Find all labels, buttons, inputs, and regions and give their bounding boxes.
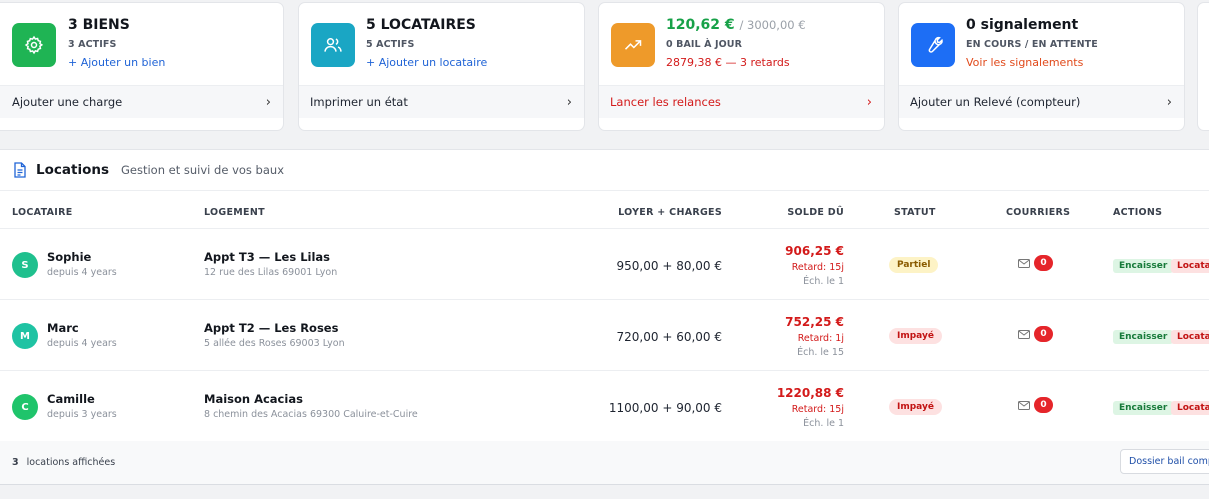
avatar: S [12,252,38,278]
wrench-icon [911,23,955,67]
stat-card-biens: 3 BIENS 3 ACTIFS + Ajouter un bien Ajout… [0,2,284,131]
balance-due: 752,25 € Retard: 1j Éch. le 15 [785,315,844,358]
tenant-name: Camille [47,392,95,406]
late-amount: 2879,38 € — 3 retards [666,56,790,69]
panel-title: Locations [36,162,109,178]
collect-button[interactable]: Encaisser [1113,401,1174,415]
status-badge: Partiel [889,257,939,273]
amount-total: / 3000,00 € [739,18,806,32]
card-title: 5 LOCATAIRES [366,17,476,33]
delay: Retard: 15j [791,404,844,415]
rows-count: 3 [12,457,19,468]
stat-card-locataires: 5 LOCATAIRES 5 ACTIFS + Ajouter un locat… [298,2,585,131]
status-badge: Impayé [889,328,942,344]
due-date: Éch. le 15 [797,347,844,358]
col-logement: LOGEMENT [204,207,265,218]
add-charge-button[interactable]: Ajouter une charge › [0,85,283,118]
gear-icon [12,23,56,67]
balance-amount: 1220,88 € [776,386,844,400]
mail-icon[interactable] [1018,259,1030,268]
amount-collected: 120,62 € [666,17,735,33]
balance-due: 906,25 € Retard: 15j Éch. le 1 [785,244,844,287]
amount-line: 120,62 € / 3000,00 € [666,17,806,33]
tenant-name: Sophie [47,250,92,264]
full-lease-file-button[interactable]: Dossier bail complet [1120,449,1209,474]
table-footer: 3 locations affichées [0,441,1209,484]
trending-up-icon [611,23,655,67]
tenant-since: depuis 3 years [47,409,117,420]
card-title: 3 BIENS [68,17,130,33]
avatar: M [12,323,38,349]
delay: Retard: 1j [797,333,844,344]
card-subtitle: 0 BAIL À JOUR [666,39,743,50]
collect-button[interactable]: Encaisser [1113,259,1174,273]
due-date: Éch. le 1 [803,276,844,287]
tenant-button[interactable]: Locataire [1171,330,1209,344]
card-title: 0 signalement [966,17,1079,33]
table-row[interactable]: M Marc depuis 4 years Appt T2 — Les Rose… [0,300,1209,371]
panel-subtitle: Gestion et suivi de vos baux [121,163,284,177]
avatar: C [12,394,38,420]
add-property-link[interactable]: + Ajouter un bien [68,56,165,69]
view-reports-link[interactable]: Voir les signalements [966,56,1098,69]
col-actions: ACTIONS [1113,207,1163,218]
users-icon [311,23,355,67]
balance-due: 1220,88 € Retard: 15j Éch. le 1 [777,386,844,429]
locations-panel: Locations Gestion et suivi de vos baux L… [0,149,1209,485]
property-name: Maison Acacias [204,392,303,406]
property-address: 8 chemin des Acacias 69300 Caluire-et-Cu… [204,409,418,420]
print-state-button[interactable]: Imprimer un état › [299,85,584,118]
footer-label: Ajouter un Relevé (compteur) [910,95,1081,109]
document-icon [14,162,26,178]
mail-count-badge: 0 [1034,397,1053,413]
col-courriers: COURRIERS [1006,207,1071,218]
tenant-button[interactable]: Locataire [1171,259,1209,273]
add-tenant-link[interactable]: + Ajouter un locataire [366,56,487,69]
panel-header: Locations Gestion et suivi de vos baux [0,150,1209,191]
card-subtitle: EN COURS / EN ATTENTE [966,39,1098,50]
send-reminders-button[interactable]: Lancer les relances › [599,85,884,118]
chevron-right-icon: › [1166,94,1172,110]
mail-icon[interactable] [1018,330,1030,339]
property-name: Appt T2 — Les Roses [204,321,339,335]
stat-card-signalements: 0 signalement EN COURS / EN ATTENTE Voir… [898,2,1185,131]
stat-card-partial [1197,2,1209,131]
rows-count-label: locations affichées [26,457,116,468]
card-subtitle: 5 ACTIFS [366,39,415,50]
tenant-name: Marc [47,321,79,335]
col-locataire: LOCATAIRE [12,207,73,218]
tenant-since: depuis 4 years [47,267,117,278]
footer-label: Imprimer un état [310,95,408,109]
collect-button[interactable]: Encaisser [1113,330,1174,344]
mail-icon[interactable] [1018,401,1030,410]
tenant-since: depuis 4 years [47,338,117,349]
balance-amount: 752,25 € [785,315,844,329]
due-date: Éch. le 1 [803,418,844,429]
add-meter-reading-button[interactable]: Ajouter un Relevé (compteur) › [899,85,1184,118]
mail-count-badge: 0 [1034,326,1053,342]
property-address: 5 allée des Roses 69003 Lyon [204,338,345,349]
table-row[interactable]: C Camille depuis 3 years Maison Acacias … [0,371,1209,442]
footer-label: Lancer les relances [610,95,721,109]
footer-label: Ajouter une charge [12,95,123,109]
delay: Retard: 15j [791,262,844,273]
card-subtitle: 3 ACTIFS [68,39,117,50]
mail-count-badge: 0 [1034,255,1053,271]
col-solde: SOLDE DÛ [787,207,844,218]
chevron-right-icon: › [566,94,572,110]
balance-amount: 906,25 € [785,244,844,258]
chevron-right-icon: › [866,94,872,110]
property-address: 12 rue des Lilas 69001 Lyon [204,267,338,278]
stat-card-loyers: 120,62 € / 3000,00 € 0 BAIL À JOUR 2879,… [598,2,885,131]
col-loyer: LOYER + CHARGES [618,207,722,218]
rent-charges: 1100,00 + 90,00 € [608,401,722,415]
col-statut: STATUT [894,207,936,218]
rent-charges: 950,00 + 80,00 € [616,259,722,273]
tenant-button[interactable]: Locataire [1171,401,1209,415]
status-badge: Impayé [889,399,942,415]
chevron-right-icon: › [265,94,271,110]
rent-charges: 720,00 + 60,00 € [616,330,722,344]
table-row[interactable]: S Sophie depuis 4 years Appt T3 — Les Li… [0,229,1209,300]
property-name: Appt T3 — Les Lilas [204,250,331,264]
